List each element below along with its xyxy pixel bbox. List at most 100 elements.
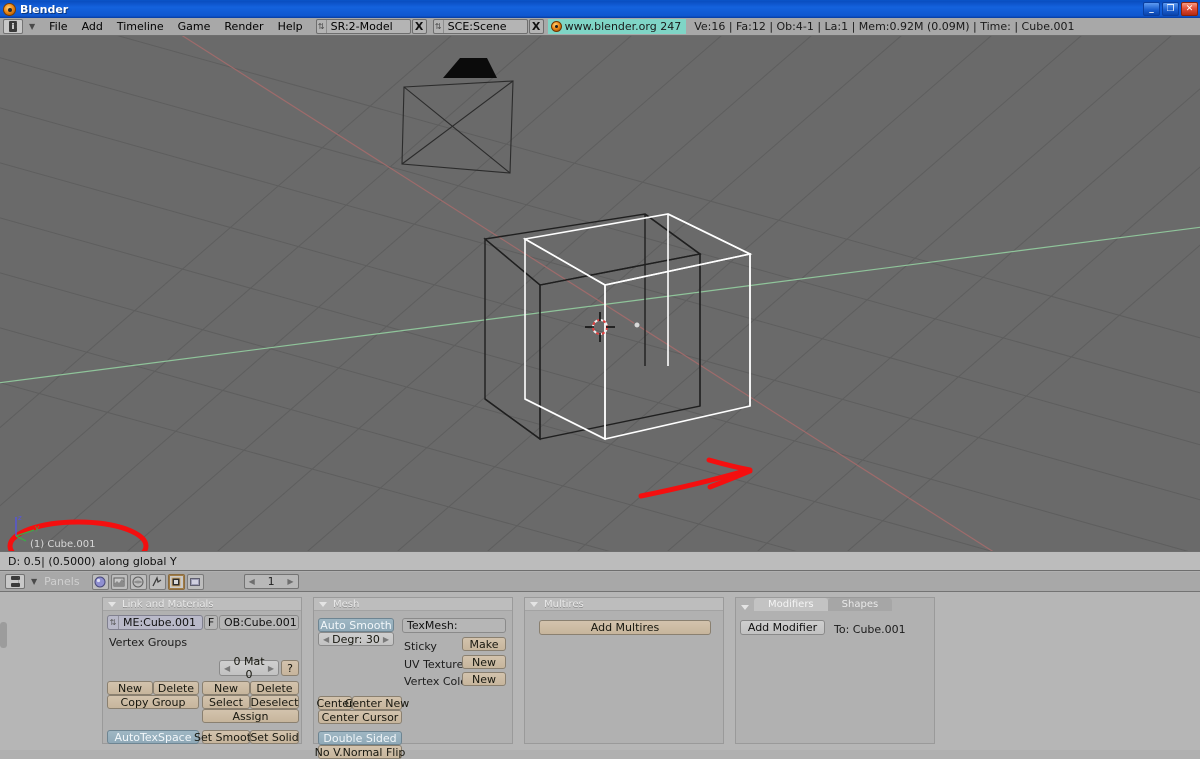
panel-modifiers: Modifiers Shapes Add Modifier To: Cube.0… (735, 597, 935, 744)
panel-collapse-triangle-icon[interactable] (319, 601, 327, 607)
panel-collapse-triangle-icon[interactable] (741, 605, 749, 610)
buttons-tab-group (91, 573, 204, 590)
transform-status-text: D: 0.5| (0.5000) along global Y (8, 554, 177, 568)
buttons-scrollbar[interactable] (0, 622, 7, 648)
material-delete-button[interactable]: Delete (250, 681, 299, 695)
panel-title: Link and Materials (122, 598, 214, 610)
left-arrow-icon[interactable]: ◀ (249, 577, 255, 586)
object-name-field[interactable]: OB:Cube.001 (219, 615, 299, 630)
viewport-canvas: z y (0, 36, 1200, 551)
autotexspace-button[interactable]: AutoTexSpace (107, 730, 199, 744)
svg-text:y: y (35, 524, 39, 532)
vertex-group-delete-button[interactable]: Delete (153, 681, 199, 695)
texmesh-field[interactable]: TexMesh: (402, 618, 506, 633)
tab-shapes[interactable]: Shapes (827, 598, 893, 611)
object-tab-icon[interactable] (110, 573, 128, 590)
window-titlebar[interactable]: Blender _ ❐ ✕ (0, 0, 1200, 18)
menu-add[interactable]: Add (75, 19, 110, 34)
viewport-status-line: D: 0.5| (0.5000) along global Y (0, 551, 1200, 571)
no-vnormal-flip-button[interactable]: No V.Normal Flip (315, 745, 405, 759)
center-new-button[interactable]: Center New (345, 696, 409, 710)
info-window-type-icon[interactable]: i ⋮ (3, 19, 23, 34)
mesh-datablock-field[interactable]: ⇅ ME:Cube.001 (107, 615, 203, 630)
minimize-button[interactable]: _ (1143, 2, 1160, 16)
annotation-arrow (638, 457, 753, 499)
scene-selector[interactable]: ⇅ SCE:Scene (432, 19, 528, 34)
panel-header-mesh[interactable]: Mesh (314, 598, 512, 611)
minimize-icon: _ (1149, 3, 1154, 14)
panel-title: Mesh (333, 598, 360, 610)
editing-tab-icon[interactable] (167, 573, 185, 590)
panel-collapse-triangle-icon[interactable] (108, 601, 116, 607)
auto-smooth-degree-field[interactable]: ◀ Degr: 30 ▶ (318, 632, 394, 646)
floor-grid (0, 36, 1200, 551)
vertex-color-new-button[interactable]: New (462, 672, 506, 686)
right-arrow-icon[interactable]: ▶ (287, 577, 293, 586)
collapse-caret-icon[interactable]: ▼ (31, 577, 37, 586)
panel-title: Multires (544, 598, 584, 610)
panel-header-link-and-materials[interactable]: Link and Materials (103, 598, 301, 611)
menu-render[interactable]: Render (217, 19, 270, 34)
add-multires-button[interactable]: Add Multires (539, 620, 711, 635)
material-select-button[interactable]: Select (202, 695, 250, 709)
vertex-groups-label: Vertex Groups (109, 636, 188, 649)
window-controls: _ ❐ ✕ (1143, 2, 1198, 16)
camera-cone-icon (443, 58, 497, 78)
material-index-value: 0 Mat 0 (233, 655, 265, 681)
3d-viewport[interactable]: z y (1) Cube.001 (0, 36, 1200, 551)
buttons-window-type-icon[interactable]: ⋮ (5, 574, 25, 589)
fake-user-button[interactable]: F (204, 615, 218, 630)
uv-texture-new-button[interactable]: New (462, 655, 506, 669)
sticky-make-button[interactable]: Make (462, 637, 506, 651)
panel-mesh: Mesh Auto Smooth ◀ Degr: 30 ▶ TexMesh: S… (313, 597, 513, 759)
modifiers-tab-strip: Modifiers Shapes (736, 598, 934, 611)
double-sided-button[interactable]: Double Sided (318, 731, 402, 745)
add-modifier-button[interactable]: Add Modifier (740, 620, 825, 635)
scene-tab-icon[interactable] (186, 573, 204, 590)
tab-modifiers[interactable]: Modifiers (754, 598, 828, 611)
right-arrow-icon[interactable]: ▶ (383, 635, 389, 644)
frame-value: 1 (267, 575, 275, 588)
vertex-group-new-button[interactable]: New (107, 681, 153, 695)
right-arrow-icon[interactable]: ▶ (268, 664, 274, 673)
panel-header-multires[interactable]: Multires (525, 598, 723, 611)
menu-game[interactable]: Game (171, 19, 218, 34)
texmesh-value: TexMesh: (407, 619, 458, 632)
material-index-field[interactable]: ◀ 0 Mat 0 ▶ (219, 655, 279, 681)
3d-cursor-icon (585, 312, 615, 342)
material-new-button[interactable]: New (202, 681, 250, 695)
auto-smooth-degree-value: Degr: 30 (332, 632, 380, 646)
set-smooth-button[interactable]: Set Smooth (194, 730, 258, 744)
shading-tab-icon[interactable] (91, 573, 109, 590)
object-origin-dot (633, 321, 641, 329)
material-assign-button[interactable]: Assign (202, 709, 299, 723)
panel-collapse-triangle-icon[interactable] (530, 601, 538, 607)
object-name-value: OB:Cube.001 (224, 616, 297, 629)
world-tab-icon[interactable] (129, 573, 147, 590)
menu-help[interactable]: Help (271, 19, 310, 34)
current-frame-field[interactable]: ◀ 1 ▶ (243, 574, 299, 589)
menu-timeline[interactable]: Timeline (110, 19, 171, 34)
physics-tab-icon[interactable] (148, 573, 166, 590)
close-icon: ✕ (1185, 3, 1194, 14)
blender-logo-icon (550, 21, 562, 32)
blender-website-link[interactable]: www.blender.org 247 (547, 19, 687, 34)
screen-selector[interactable]: ⇅ SR:2-Model (315, 19, 411, 34)
auto-smooth-button[interactable]: Auto Smooth (318, 618, 394, 632)
scene-statistics: Ve:16 | Fa:12 | Ob:4-1 | La:1 | Mem:0.92… (694, 20, 1075, 33)
set-solid-button[interactable]: Set Solid (250, 730, 299, 744)
website-label: www.blender.org 247 (564, 20, 682, 33)
material-help-button[interactable]: ? (281, 660, 299, 676)
uv-texture-label: UV Texture (404, 658, 464, 671)
center-cursor-button[interactable]: Center Cursor (318, 710, 402, 724)
delete-screen-button[interactable]: X (411, 19, 427, 34)
close-button[interactable]: ✕ (1181, 2, 1198, 16)
material-deselect-button[interactable]: Deselect (250, 695, 299, 709)
copy-group-button[interactable]: Copy Group (107, 695, 199, 709)
browse-mesh-icon[interactable]: ⇅ (108, 616, 119, 629)
y-axis-line (0, 226, 1200, 384)
restore-button[interactable]: ❐ (1162, 2, 1179, 16)
collapse-caret-icon[interactable]: ▼ (29, 22, 35, 31)
menu-file[interactable]: File (42, 19, 74, 34)
delete-scene-button[interactable]: X (528, 19, 544, 34)
